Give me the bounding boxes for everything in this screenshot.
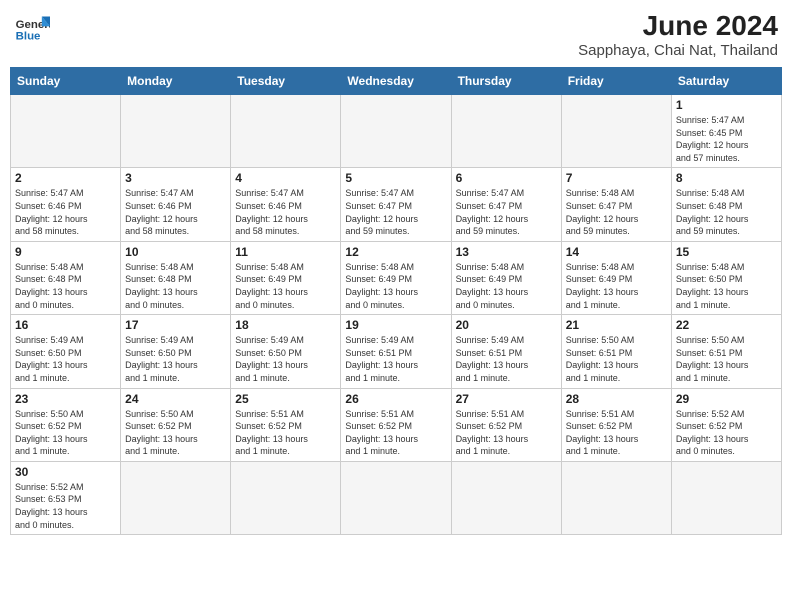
table-row: 30Sunrise: 5:52 AM Sunset: 6:53 PM Dayli… [11,461,121,534]
table-row: 9Sunrise: 5:48 AM Sunset: 6:48 PM Daylig… [11,241,121,314]
table-row: 26Sunrise: 5:51 AM Sunset: 6:52 PM Dayli… [341,388,451,461]
calendar-table: Sunday Monday Tuesday Wednesday Thursday… [10,67,782,535]
table-row [11,95,121,168]
table-row: 25Sunrise: 5:51 AM Sunset: 6:52 PM Dayli… [231,388,341,461]
table-row [561,461,671,534]
table-row: 5Sunrise: 5:47 AM Sunset: 6:47 PM Daylig… [341,168,451,241]
table-row: 28Sunrise: 5:51 AM Sunset: 6:52 PM Dayli… [561,388,671,461]
col-tuesday: Tuesday [231,68,341,95]
table-row: 17Sunrise: 5:49 AM Sunset: 6:50 PM Dayli… [121,315,231,388]
table-row: 8Sunrise: 5:48 AM Sunset: 6:48 PM Daylig… [671,168,781,241]
logo: General Blue [14,10,50,46]
table-row: 10Sunrise: 5:48 AM Sunset: 6:48 PM Dayli… [121,241,231,314]
table-row: 13Sunrise: 5:48 AM Sunset: 6:49 PM Dayli… [451,241,561,314]
svg-text:Blue: Blue [16,30,41,42]
table-row [231,461,341,534]
logo-icon: General Blue [14,10,50,46]
table-row: 19Sunrise: 5:49 AM Sunset: 6:51 PM Dayli… [341,315,451,388]
col-saturday: Saturday [671,68,781,95]
header-row: Sunday Monday Tuesday Wednesday Thursday… [11,68,782,95]
table-row: 11Sunrise: 5:48 AM Sunset: 6:49 PM Dayli… [231,241,341,314]
table-row: 29Sunrise: 5:52 AM Sunset: 6:52 PM Dayli… [671,388,781,461]
table-row [121,95,231,168]
table-row: 14Sunrise: 5:48 AM Sunset: 6:49 PM Dayli… [561,241,671,314]
table-row [121,461,231,534]
table-row [671,461,781,534]
table-row: 3Sunrise: 5:47 AM Sunset: 6:46 PM Daylig… [121,168,231,241]
table-row [451,461,561,534]
table-row: 4Sunrise: 5:47 AM Sunset: 6:46 PM Daylig… [231,168,341,241]
title-block: June 2024 Sapphaya, Chai Nat, Thailand [578,10,778,59]
table-row: 6Sunrise: 5:47 AM Sunset: 6:47 PM Daylig… [451,168,561,241]
calendar-title: June 2024 [578,10,778,42]
header: General Blue June 2024 Sapphaya, Chai Na… [10,10,782,59]
table-row: 21Sunrise: 5:50 AM Sunset: 6:51 PM Dayli… [561,315,671,388]
col-monday: Monday [121,68,231,95]
col-wednesday: Wednesday [341,68,451,95]
table-row: 15Sunrise: 5:48 AM Sunset: 6:50 PM Dayli… [671,241,781,314]
col-sunday: Sunday [11,68,121,95]
table-row: 18Sunrise: 5:49 AM Sunset: 6:50 PM Dayli… [231,315,341,388]
col-thursday: Thursday [451,68,561,95]
table-row [451,95,561,168]
table-row: 7Sunrise: 5:48 AM Sunset: 6:47 PM Daylig… [561,168,671,241]
table-row [231,95,341,168]
table-row: 27Sunrise: 5:51 AM Sunset: 6:52 PM Dayli… [451,388,561,461]
table-row: 12Sunrise: 5:48 AM Sunset: 6:49 PM Dayli… [341,241,451,314]
table-row: 1Sunrise: 5:47 AM Sunset: 6:45 PM Daylig… [671,95,781,168]
calendar-subtitle: Sapphaya, Chai Nat, Thailand [578,42,778,59]
table-row [341,95,451,168]
table-row: 24Sunrise: 5:50 AM Sunset: 6:52 PM Dayli… [121,388,231,461]
table-row: 20Sunrise: 5:49 AM Sunset: 6:51 PM Dayli… [451,315,561,388]
table-row: 22Sunrise: 5:50 AM Sunset: 6:51 PM Dayli… [671,315,781,388]
table-row: 16Sunrise: 5:49 AM Sunset: 6:50 PM Dayli… [11,315,121,388]
table-row [341,461,451,534]
col-friday: Friday [561,68,671,95]
table-row: 2Sunrise: 5:47 AM Sunset: 6:46 PM Daylig… [11,168,121,241]
table-row [561,95,671,168]
table-row: 23Sunrise: 5:50 AM Sunset: 6:52 PM Dayli… [11,388,121,461]
